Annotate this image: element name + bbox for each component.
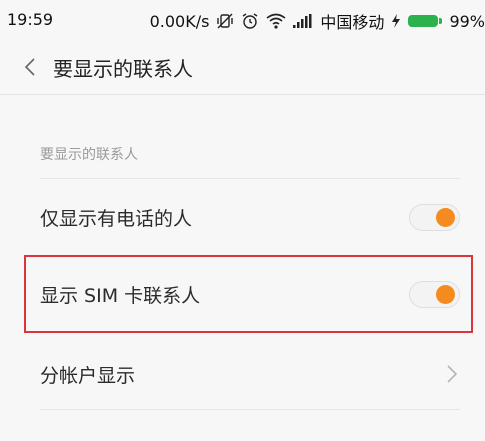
battery-level: 99% bbox=[449, 11, 485, 31]
setting-label: 仅显示有电话的人 bbox=[40, 207, 193, 230]
wifi-icon bbox=[266, 13, 286, 29]
status-bar: 19:59 0.00K/s 中国移动 99% bbox=[0, 0, 485, 40]
setting-row-by-account[interactable]: 分帐户显示 bbox=[40, 344, 460, 404]
section-header: 要显示的联系人 bbox=[40, 147, 138, 163]
highlight-annotation bbox=[24, 255, 473, 333]
signal-icon bbox=[293, 14, 313, 28]
page-title: 要显示的联系人 bbox=[53, 57, 193, 81]
back-button[interactable] bbox=[16, 52, 44, 82]
network-speed: 0.00K/s bbox=[149, 11, 210, 31]
divider bbox=[40, 178, 460, 179]
title-bar: 要显示的联系人 bbox=[0, 40, 485, 95]
setting-row-phone-only[interactable]: 仅显示有电话的人 bbox=[40, 187, 460, 247]
charging-icon bbox=[391, 14, 401, 28]
divider bbox=[40, 409, 460, 410]
chevron-right-icon bbox=[447, 365, 458, 383]
setting-label: 分帐户显示 bbox=[40, 364, 136, 387]
vibrate-off-icon bbox=[216, 12, 234, 30]
toggle-knob bbox=[436, 208, 455, 227]
chevron-left-icon bbox=[24, 58, 35, 76]
status-time: 19:59 bbox=[7, 10, 54, 29]
alarm-icon bbox=[241, 12, 259, 30]
status-icons: 0.00K/s 中国移动 99% bbox=[150, 9, 485, 33]
phone-only-toggle[interactable] bbox=[409, 204, 460, 231]
carrier-name: 中国移动 bbox=[320, 13, 385, 32]
battery-icon bbox=[408, 15, 443, 27]
